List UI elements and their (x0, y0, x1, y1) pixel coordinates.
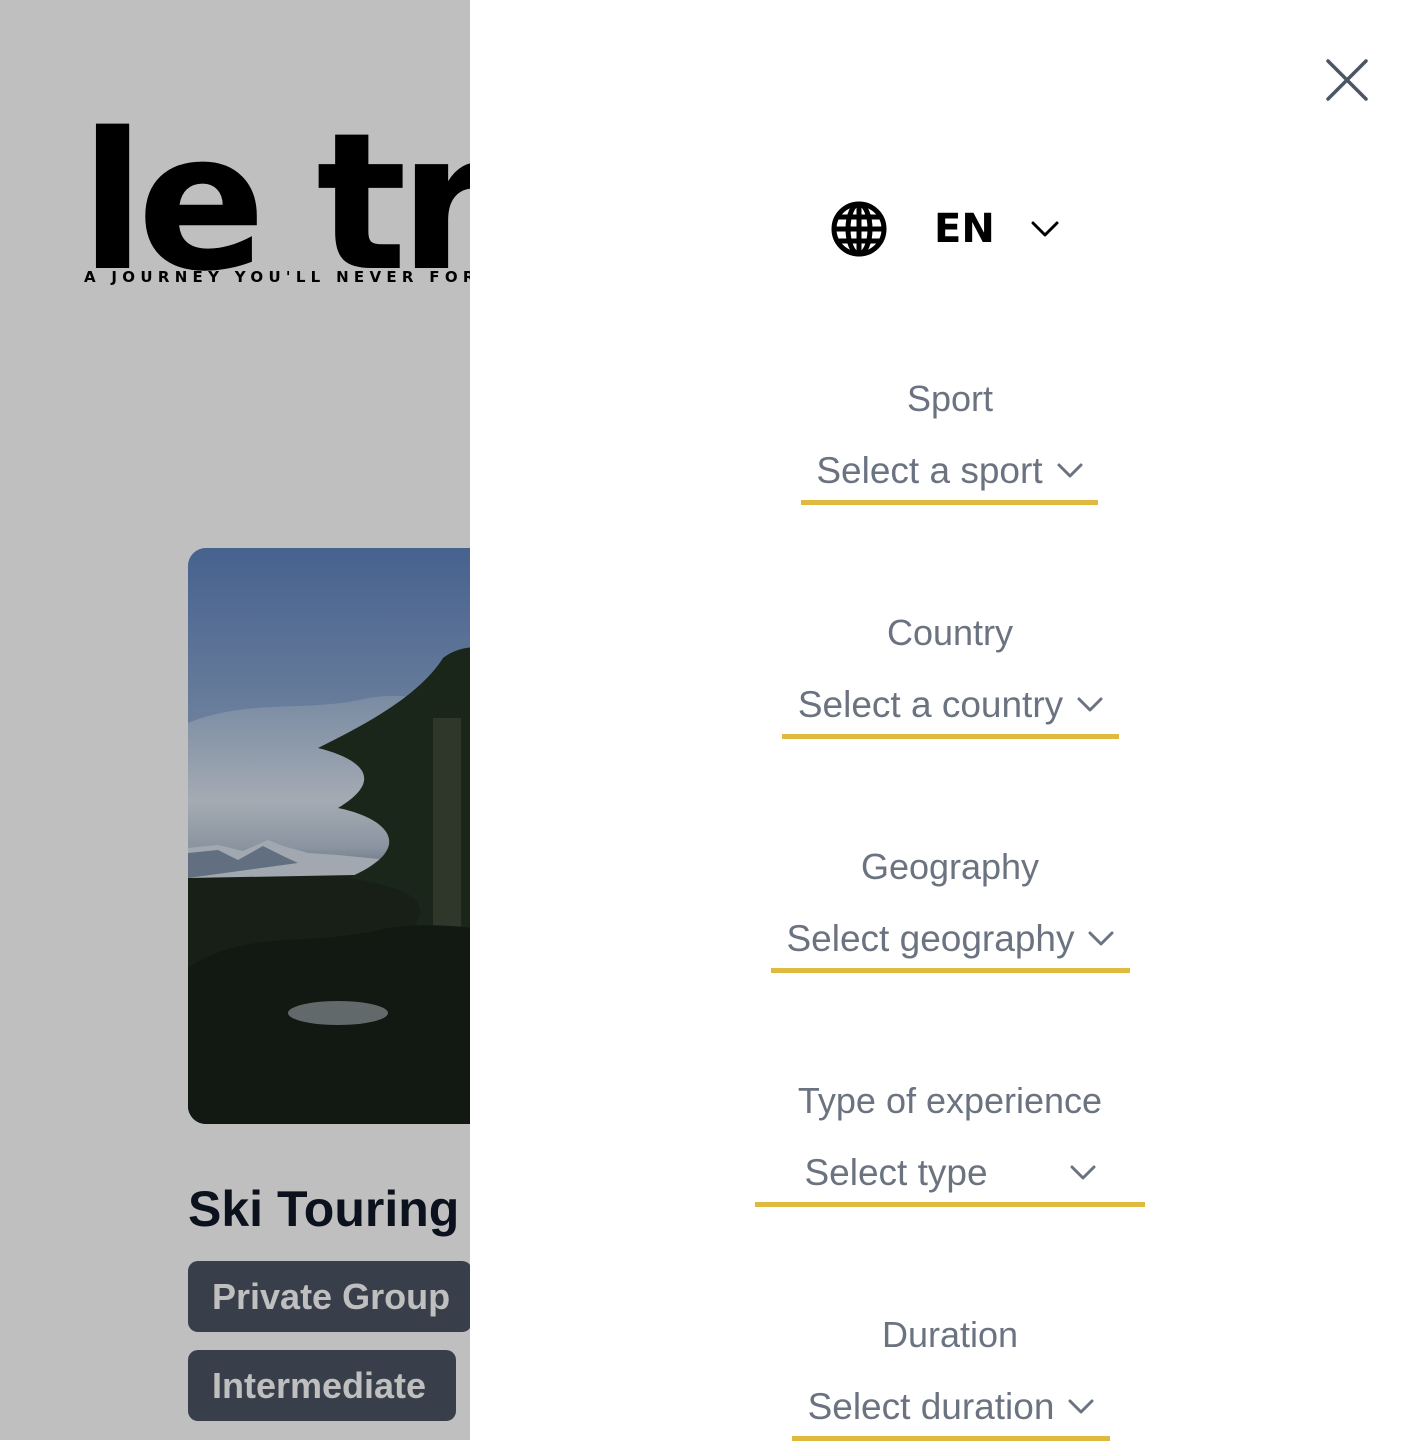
geography-select[interactable]: Select geography (771, 910, 1130, 973)
experience-type-select-placeholder: Select type (804, 1152, 988, 1193)
filter-sport-label: Sport (906, 378, 994, 419)
country-select[interactable]: Select a country (782, 676, 1119, 739)
duration-select-placeholder: Select duration (807, 1386, 1055, 1427)
filter-country: Country Select a country (470, 612, 1406, 739)
filter-duration-label: Duration (881, 1314, 1019, 1355)
filter-geography: Geography Select geography (470, 846, 1406, 973)
chevron-down-icon (1068, 1399, 1094, 1415)
experience-type-select[interactable]: Select type (755, 1144, 1145, 1207)
close-icon (1326, 59, 1368, 101)
chevron-down-icon (1088, 931, 1114, 947)
language-value: EN (934, 206, 995, 252)
chevron-down-icon (1057, 463, 1083, 479)
sport-select[interactable]: Select a sport (801, 442, 1098, 505)
filter-drawer: EN Sport Select a sport Country Select a… (470, 0, 1406, 1441)
filter-geography-label: Geography (860, 846, 1040, 887)
filter-country-label: Country (886, 612, 1014, 653)
sport-select-placeholder: Select a sport (816, 450, 1043, 491)
filter-experience-type: Type of experience Select type (470, 1080, 1406, 1207)
chevron-down-icon (1077, 697, 1103, 713)
close-button[interactable] (1315, 48, 1379, 112)
filter-duration: Duration Select duration (470, 1314, 1406, 1441)
chevron-down-icon (1031, 221, 1059, 237)
geography-select-placeholder: Select geography (786, 918, 1075, 959)
filter-sport: Sport Select a sport (470, 378, 1406, 505)
chevron-down-icon (1070, 1165, 1096, 1181)
country-select-placeholder: Select a country (797, 684, 1064, 725)
globe-icon (831, 201, 887, 257)
filter-experience-type-label: Type of experience (797, 1080, 1103, 1121)
duration-select[interactable]: Select duration (792, 1378, 1110, 1441)
language-selector[interactable]: EN (830, 196, 1059, 262)
